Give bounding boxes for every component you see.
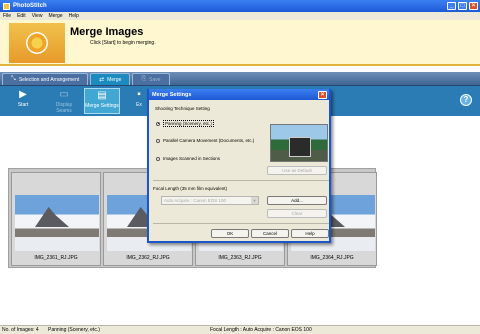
maximize-button[interactable]: □ xyxy=(458,2,467,10)
radio-scanned[interactable]: Images Scanned in Sections xyxy=(156,156,220,161)
settings-icon: ▤ xyxy=(97,90,107,101)
separator xyxy=(153,223,329,224)
window-title: PhotoStitch xyxy=(13,3,47,9)
tool-icon: ▪ xyxy=(137,89,141,100)
status-focal-length: Focal Length : Auto Acquire : Canon EOS … xyxy=(210,327,312,333)
status-image-count: No. of Images: 4 xyxy=(2,327,39,333)
ok-button[interactable]: OK xyxy=(211,229,249,238)
radio-parallel[interactable]: Parallel Camera Movement (Documents, etc… xyxy=(156,138,254,143)
radio-panning[interactable]: Panning (Scenery, etc.) xyxy=(156,120,214,127)
menu-merge[interactable]: Merge xyxy=(48,13,62,19)
image-filename: IMG_2362_RJ.JPG xyxy=(126,255,170,261)
radio-label: Images Scanned in Sections xyxy=(163,156,221,161)
focal-length-label: Focal Length (35 mm film equivalent) xyxy=(153,186,228,191)
display-seams-label: Display Seams xyxy=(55,102,73,114)
tab-selection-arrangement[interactable]: ⤡ Selection and Arrangement xyxy=(2,73,89,85)
menu-bar: File Edit View Merge Help xyxy=(0,12,480,20)
start-icon: ▶ xyxy=(19,89,27,100)
tab-label: Selection and Arrangement xyxy=(18,76,80,83)
focal-length-select[interactable]: Auto Acquire : Canon EOS 100 ▾ xyxy=(161,196,259,205)
separator xyxy=(153,180,329,181)
image-thumbnail[interactable]: IMG_2361_RJ.JPG xyxy=(11,172,101,266)
radio-dot xyxy=(156,138,160,143)
close-button[interactable]: × xyxy=(469,2,478,10)
photo-preview xyxy=(15,195,99,251)
extra-tool-label: Ex xyxy=(136,102,142,108)
radio-label: Parallel Camera Movement (Documents, etc… xyxy=(163,138,255,143)
use-as-default-button[interactable]: Use as Default xyxy=(267,166,327,175)
technique-label: Shooting Technique Setting xyxy=(155,106,210,111)
dialog-titlebar: Merge Settings × xyxy=(149,89,329,100)
merge-icon: ⇄ xyxy=(99,77,105,83)
merge-settings-button[interactable]: ▤ Merge Settings xyxy=(84,88,120,114)
menu-edit[interactable]: Edit xyxy=(17,13,26,19)
image-filename: IMG_2363_RJ.JPG xyxy=(218,255,262,261)
banner-thumbnail xyxy=(9,23,65,63)
banner-title: Merge Images xyxy=(70,26,144,38)
minimize-button[interactable]: _ xyxy=(447,2,456,10)
add-button[interactable]: Add... xyxy=(267,196,327,205)
focal-length-value: Auto Acquire : Canon EOS 100 xyxy=(164,198,227,203)
start-label: Start xyxy=(17,102,29,108)
menu-view[interactable]: View xyxy=(32,13,43,19)
image-filename: IMG_2361_RJ.JPG xyxy=(34,255,78,261)
cancel-button[interactable]: Cancel xyxy=(251,229,289,238)
radio-label: Panning (Scenery, etc.) xyxy=(163,120,214,127)
flower-icon xyxy=(26,32,48,54)
radio-dot xyxy=(156,156,160,161)
status-technique: Panning (Scenery, etc.) xyxy=(48,327,100,333)
seams-icon: ▭ xyxy=(59,89,69,100)
merge-settings-dialog: Merge Settings × Shooting Technique Sett… xyxy=(147,89,331,243)
technique-preview-image xyxy=(270,124,328,162)
tab-save[interactable]: ⎘ Save xyxy=(132,73,170,85)
instruction-banner: Merge Images Click [Start] to begin merg… xyxy=(0,20,480,66)
app-icon xyxy=(3,2,10,10)
clear-button[interactable]: Clear xyxy=(267,209,327,218)
step-tabs: ⤡ Selection and Arrangement ⇄ Merge ⎘ Sa… xyxy=(0,72,480,86)
extra-tool-button[interactable]: ▪ Ex xyxy=(132,88,146,114)
tab-merge[interactable]: ⇄ Merge xyxy=(90,73,131,85)
arrange-icon: ⤡ xyxy=(11,76,16,82)
window-titlebar: PhotoStitch _ □ × xyxy=(0,0,480,12)
menu-help[interactable]: Help xyxy=(69,13,79,19)
menu-file[interactable]: File xyxy=(3,13,11,19)
dialog-help-button[interactable]: Help xyxy=(291,229,329,238)
merge-settings-label: Merge Settings xyxy=(85,103,119,109)
dialog-close-icon[interactable]: × xyxy=(318,90,327,99)
save-icon: ⎘ xyxy=(141,76,147,82)
radio-dot xyxy=(156,121,160,126)
help-icon[interactable]: ? xyxy=(460,94,472,106)
chevron-down-icon: ▾ xyxy=(251,197,258,204)
status-bar: No. of Images: 4 Panning (Scenery, etc.)… xyxy=(0,325,480,334)
image-filename: IMG_2364_RJ.JPG xyxy=(310,255,354,261)
display-seams-button[interactable]: ▭ Display Seams xyxy=(48,88,80,114)
banner-subtitle: Click [Start] to begin merging. xyxy=(90,40,156,46)
tab-label: Save xyxy=(149,76,161,83)
start-button[interactable]: ▶ Start xyxy=(12,88,34,114)
dialog-body: Shooting Technique Setting Panning (Scen… xyxy=(149,100,329,241)
dialog-title: Merge Settings xyxy=(152,91,192,98)
tab-label: Merge xyxy=(107,76,122,83)
